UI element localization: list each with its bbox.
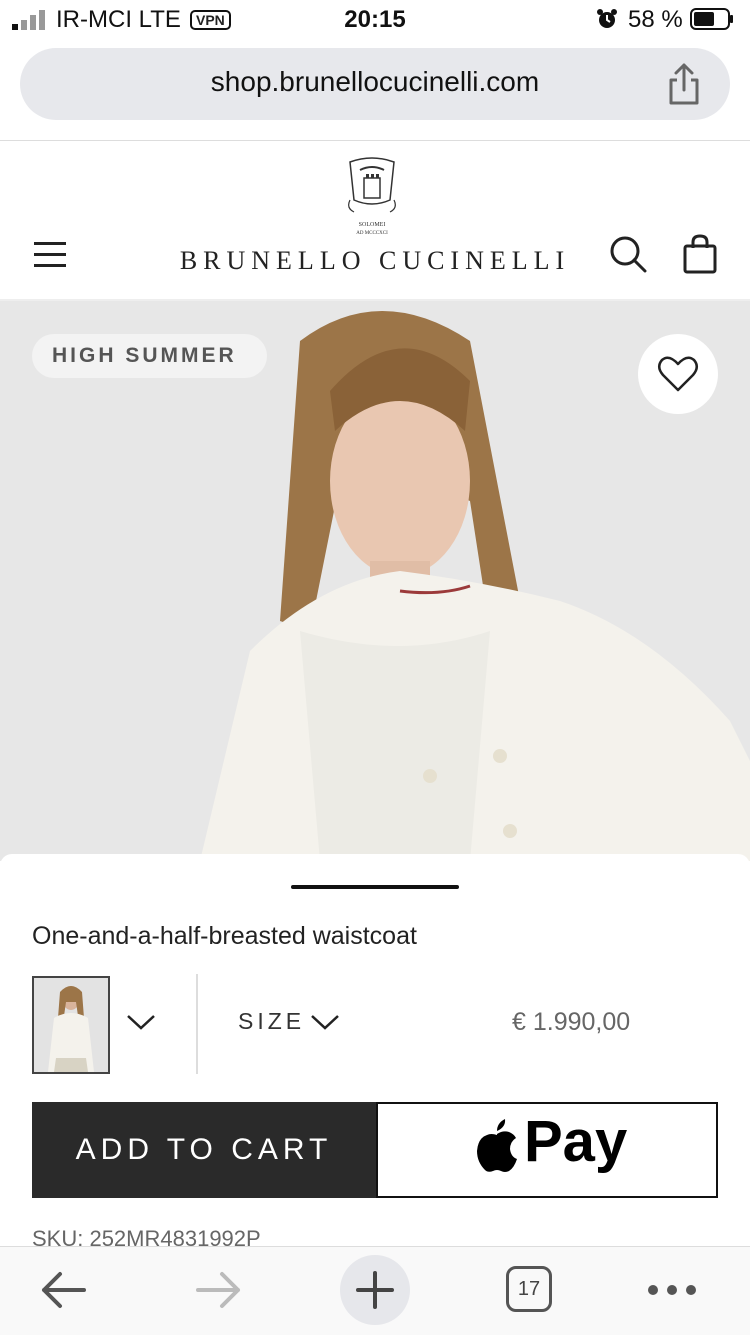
add-to-cart-button[interactable]: ADD TO CART [32,1102,376,1198]
product-sku: SKU: 252MR4831992P [32,1226,261,1246]
wishlist-button[interactable] [638,334,718,414]
forward-arrow-icon[interactable] [194,1268,244,1312]
apple-logo-icon [477,1119,517,1172]
divider [0,140,750,141]
shopping-bag-icon[interactable] [682,234,718,274]
share-icon[interactable] [666,62,702,106]
url-text[interactable]: shop.brunellocucinelli.com [0,66,750,98]
new-tab-button[interactable] [340,1255,410,1325]
alarm-icon [597,9,617,28]
selector-divider [196,974,198,1074]
chevron-down-icon[interactable] [126,1012,156,1032]
plus-icon[interactable] [340,1255,410,1325]
status-bar: IR-MCI LTE VPN 20:15 58 % [0,0,750,44]
back-arrow-icon[interactable] [38,1268,88,1312]
emblem-text-2: AD MCCCXCI [356,231,388,236]
apple-pay-label: Pay [524,1109,628,1174]
thumbnail-image [34,978,108,1072]
sheet-handle[interactable] [291,885,459,889]
search-icon[interactable] [608,234,648,274]
battery-icon [690,8,733,30]
emblem-text-1: SOLOMEI [359,222,386,228]
chevron-down-icon[interactable] [310,1012,340,1032]
more-icon[interactable] [646,1278,698,1302]
brand-emblem-icon[interactable]: SOLOMEI AD MCCCXCI [346,156,398,238]
color-thumbnail[interactable] [32,976,110,1074]
size-selector[interactable]: SIZE [238,1008,305,1035]
battery-percent: 58 % [628,6,683,33]
heart-icon[interactable] [638,334,718,414]
product-price: € 1.990,00 [512,1008,631,1036]
tabs-button[interactable]: 17 [506,1266,552,1312]
product-title: One-and-a-half-breasted waistcoat [32,922,417,950]
collection-badge: HIGH SUMMER [32,334,267,378]
